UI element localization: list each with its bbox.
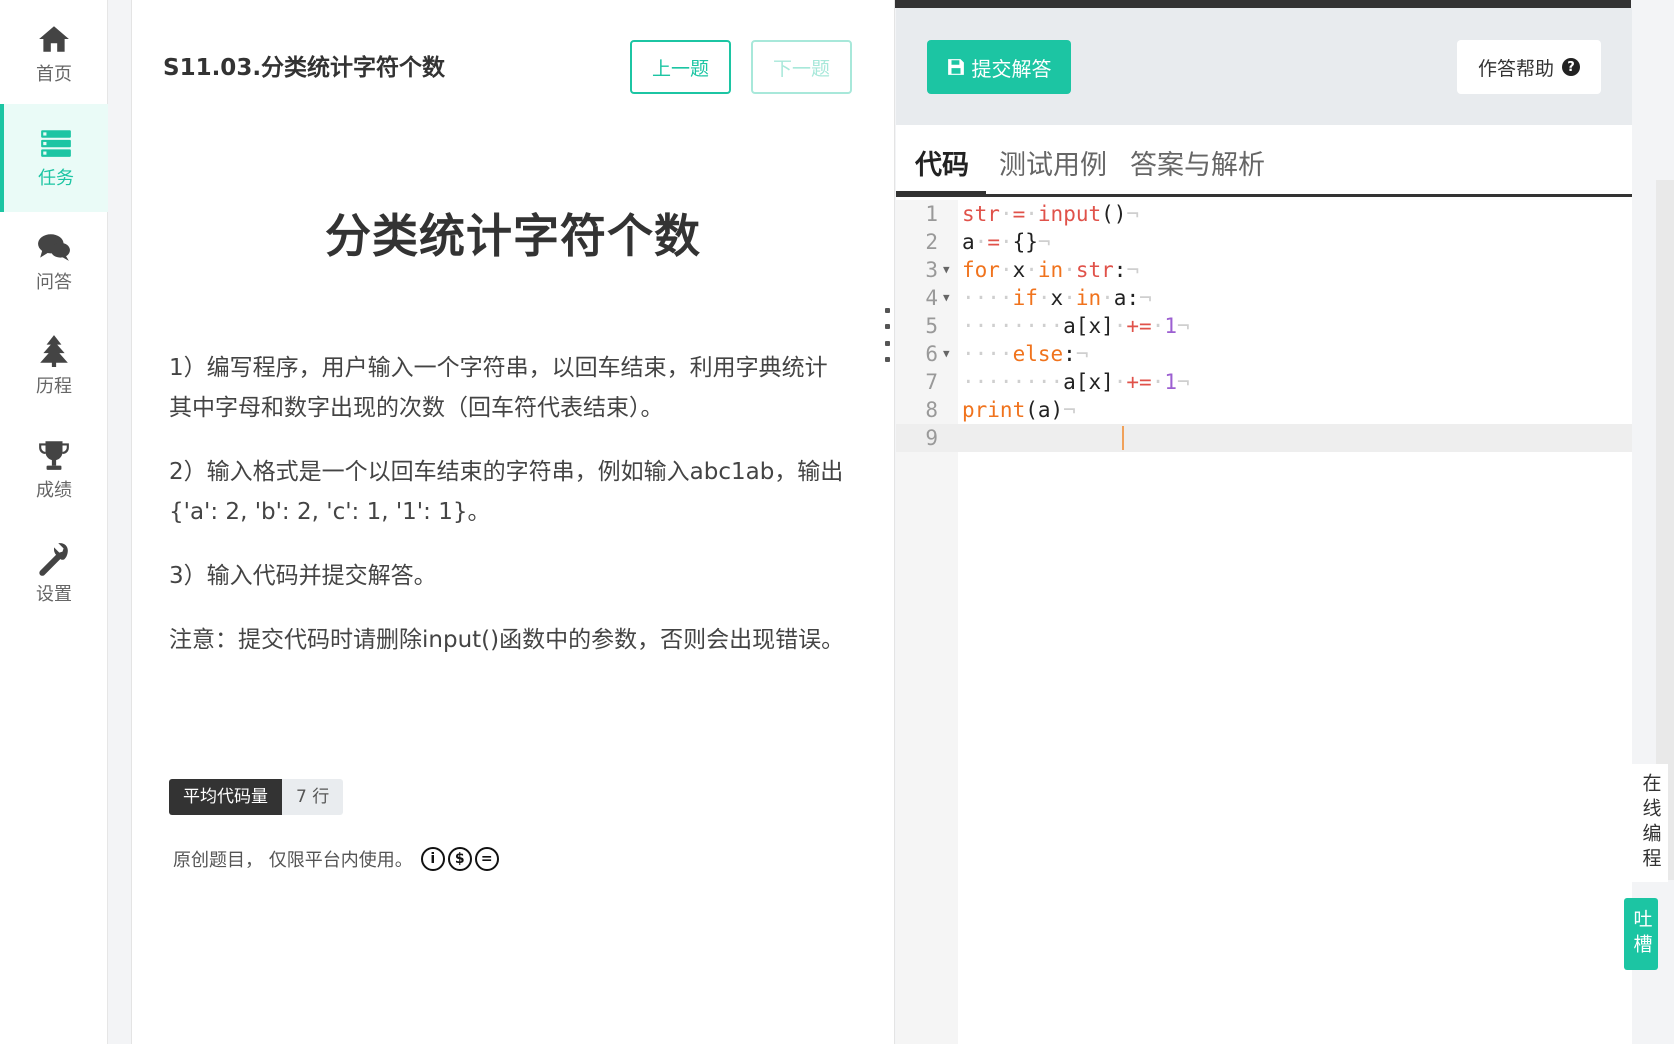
nav-scores-label: 成绩 <box>36 480 72 501</box>
avg-code-label: 平均代码量 <box>169 779 282 815</box>
line-number: 9 <box>925 426 938 450</box>
line-number: 8 <box>925 398 938 422</box>
code-line: 4 ▼ ····if·x·in·a:¬ <box>896 284 1632 312</box>
comments-icon <box>38 234 70 261</box>
code-line: 6 ▼ ····else:¬ <box>896 340 1632 368</box>
text-cursor <box>1122 426 1124 450</box>
tree-icon <box>40 335 68 367</box>
trophy-icon <box>39 441 69 470</box>
code-editor[interactable]: 1 str·=·input()¬ 2 a·=·{}¬ 3 ▼ for·x·in·… <box>896 200 1632 1044</box>
tasks-icon <box>41 130 71 157</box>
editor-tabs: 代码 测试用例 答案与解析 <box>896 125 1632 197</box>
save-icon <box>947 59 964 75</box>
problem-paragraph-1: 1）编写程序，用户输入一个字符串，以回车结束，利用字典统计其中字母和数字出现的次… <box>169 355 828 421</box>
feedback-label: 吐槽 <box>1630 909 1653 959</box>
avg-code-value: 7 行 <box>282 779 344 815</box>
code-line: 2 a·=·{}¬ <box>896 228 1632 256</box>
line-number: 4 <box>925 286 938 310</box>
answer-help-button[interactable]: 作答帮助 ? <box>1457 40 1601 94</box>
tab-code[interactable]: 代码 <box>915 143 969 182</box>
avg-code-badge: 平均代码量 7 行 <box>169 779 344 815</box>
license-note: 原创题目， 仅限平台内使用。 i $ = <box>173 846 502 872</box>
nav-tasks[interactable]: 任务 <box>0 104 108 212</box>
fold-toggle-icon[interactable]: ▼ <box>943 256 950 284</box>
code-line: 7 ········a[x]·+=·1¬ <box>896 368 1632 396</box>
cc-by-icon: i <box>420 847 445 871</box>
nav-home[interactable]: 首页 <box>0 0 108 108</box>
nav-scores[interactable]: 成绩 <box>0 416 108 524</box>
line-number: 7 <box>925 370 938 394</box>
cc-nd-icon: = <box>474 847 499 871</box>
home-icon <box>39 26 69 52</box>
nav-home-label: 首页 <box>36 64 72 85</box>
line-number: 1 <box>925 202 938 226</box>
tab-answer-analysis[interactable]: 答案与解析 <box>1130 143 1265 182</box>
license-text: 原创题目， 仅限平台内使用。 <box>173 850 413 871</box>
line-number: 3 <box>925 258 938 282</box>
tab-test-cases[interactable]: 测试用例 <box>999 143 1107 182</box>
problem-title: 分类统计字符个数 <box>325 209 701 263</box>
active-tab-indicator <box>896 191 986 197</box>
feedback-tab[interactable]: 吐槽 <box>1624 898 1658 970</box>
code-line: 8 print(a)¬ <box>896 396 1632 424</box>
line-number: 2 <box>925 230 938 254</box>
prev-problem-button[interactable]: 上一题 <box>630 40 731 94</box>
online-coding-label: 在线编程 <box>1639 773 1662 873</box>
nav-history[interactable]: 历程 <box>0 312 108 420</box>
code-line: 5 ········a[x]·+=·1¬ <box>896 312 1632 340</box>
editor-wrap: 代码 测试用例 答案与解析 1 str·=·input()¬ 2 a·=·{}¬… <box>896 125 1632 1044</box>
code-line-current: 9 <box>896 424 1632 452</box>
nav-history-label: 历程 <box>36 376 72 397</box>
cc-nc-icon: $ <box>447 847 472 871</box>
nav-settings-label: 设置 <box>36 584 72 605</box>
panel-resize-handle[interactable] <box>885 308 891 362</box>
editor-panel: 提交解答 作答帮助 ? 代码 测试用例 答案与解析 1 str·=·input(… <box>896 8 1632 1044</box>
nav-settings[interactable]: 设置 <box>0 520 108 628</box>
answer-help-label: 作答帮助 <box>1477 57 1554 80</box>
sidebar: 首页 任务 问答 历程 成绩 设置 <box>0 0 108 1044</box>
code-line: 1 str·=·input()¬ <box>896 200 1632 228</box>
problem-paragraph-3: 3）输入代码并提交解答。 <box>169 563 437 589</box>
problem-note: 注意：提交代码时请删除input()函数中的参数，否则会出现错误。 <box>169 627 845 653</box>
cc-license-icons: i $ = <box>420 847 502 871</box>
fold-toggle-icon[interactable]: ▼ <box>943 284 950 312</box>
line-number: 6 <box>925 342 938 366</box>
nav-qa-label: 问答 <box>36 272 72 293</box>
nav-qa[interactable]: 问答 <box>0 208 108 316</box>
nav-tasks-label: 任务 <box>38 168 74 189</box>
code-line: 3 ▼ for·x·in·str:¬ <box>896 256 1632 284</box>
submit-answer-button[interactable]: 提交解答 <box>927 40 1071 94</box>
problem-paragraph-2: 2）输入格式是一个以回车结束的字符串，例如输入abc1ab，输出{'a': 2,… <box>169 459 844 525</box>
next-problem-button[interactable]: 下一题 <box>751 40 852 94</box>
submit-answer-label: 提交解答 <box>971 56 1052 81</box>
online-coding-tab[interactable]: 在线编程 <box>1632 764 1668 882</box>
fold-toggle-icon[interactable]: ▼ <box>943 340 950 368</box>
question-circle-icon: ? <box>1562 58 1580 76</box>
problem-panel: S11.03.分类统计字符个数 上一题 下一题 分类统计字符个数 1）编写程序，… <box>131 0 895 1044</box>
wrench-icon <box>39 543 68 576</box>
line-number: 5 <box>925 314 938 338</box>
problem-header-title: S11.03.分类统计字符个数 <box>163 55 446 81</box>
